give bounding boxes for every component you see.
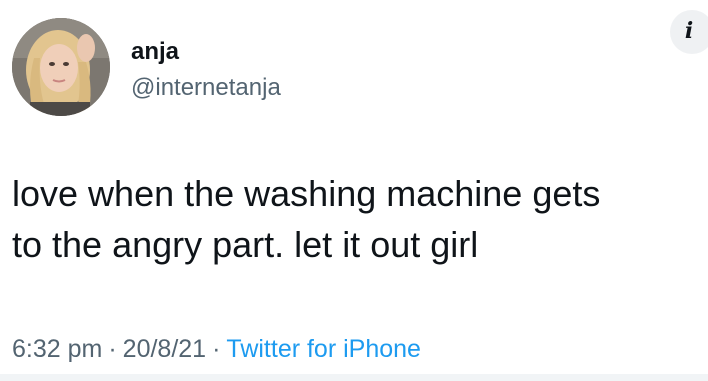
- info-button[interactable]: i: [670, 10, 708, 54]
- tweet-text: love when the washing machine gets to th…: [12, 168, 702, 270]
- meta-separator: ·: [108, 335, 117, 363]
- user-handle[interactable]: @internetanja: [131, 74, 281, 102]
- tweet-date[interactable]: 20/8/21: [123, 335, 206, 363]
- profile-photo-icon: [12, 18, 110, 116]
- tweet-text-line: love when the washing machine gets: [12, 173, 601, 214]
- bottom-divider: [0, 374, 708, 381]
- tweet-text-line: to the angry part. let it out girl: [12, 224, 479, 265]
- info-icon: i: [684, 18, 694, 44]
- tweet-source-link[interactable]: Twitter for iPhone: [226, 335, 421, 363]
- user-display-name[interactable]: anja: [131, 38, 179, 66]
- avatar[interactable]: [12, 18, 110, 116]
- tweet-time[interactable]: 6:32 pm: [12, 335, 102, 363]
- meta-separator: ·: [212, 335, 221, 363]
- tweet-card: anja @internetanja i love when the washi…: [0, 0, 708, 381]
- tweet-meta: 6:32 pm · 20/8/21 · Twitter for iPhone: [12, 333, 421, 365]
